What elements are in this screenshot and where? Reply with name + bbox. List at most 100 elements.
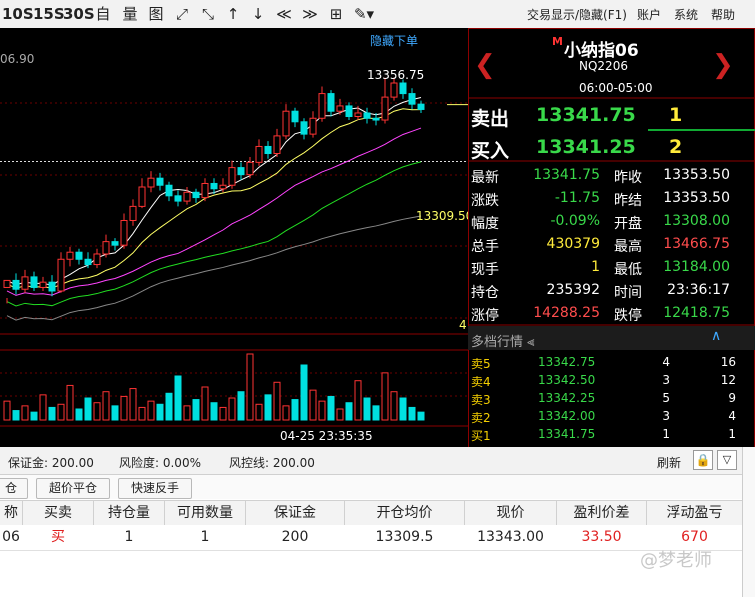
buy-price[interactable]: 13341.25 bbox=[536, 136, 636, 158]
volume-bar bbox=[345, 402, 353, 421]
arrow-down-icon[interactable]: ↓ bbox=[249, 3, 267, 25]
depth-count: 16 bbox=[720, 355, 736, 369]
buy-qty: 2 bbox=[669, 136, 683, 158]
menu-help[interactable]: 帮助 bbox=[711, 6, 735, 23]
minimize-icon[interactable]: ▽ bbox=[717, 450, 737, 470]
candle-body bbox=[228, 167, 236, 186]
grid-icon[interactable]: ⊞ bbox=[326, 3, 346, 25]
quick-reverse-button[interactable]: 快速反手 bbox=[118, 478, 192, 499]
depth-price: 13342.00 bbox=[538, 409, 596, 423]
lock-icon[interactable]: 🔒 bbox=[693, 450, 713, 470]
double-right-icon[interactable]: ≫ bbox=[300, 3, 320, 25]
depth-row[interactable]: 买1 13341.75 1 1 bbox=[468, 427, 755, 445]
candle-body bbox=[3, 279, 11, 288]
close-position-button[interactable]: 仓 bbox=[0, 478, 28, 499]
candle-body bbox=[264, 145, 272, 155]
depth-count: 12 bbox=[720, 373, 736, 387]
menu-system[interactable]: 系统 bbox=[674, 6, 698, 23]
volume-bar bbox=[30, 411, 38, 421]
volume-bar bbox=[219, 406, 227, 421]
kline-chart[interactable]: 隐藏下单 06.90 13356.75 13309.50 4 04-25 23:… bbox=[0, 28, 473, 447]
candle-body bbox=[84, 258, 92, 266]
entry-price-label: 13309.50 bbox=[416, 209, 474, 223]
period-10s-button[interactable]: 10S bbox=[2, 3, 34, 25]
kline-svg bbox=[0, 77, 468, 427]
menu-account[interactable]: 账户 bbox=[637, 6, 661, 23]
volume-bar bbox=[246, 353, 254, 421]
table-row[interactable]: 06 买 1 1 200 13309.5 13343.00 33.50 670 bbox=[0, 525, 742, 551]
candle-body bbox=[39, 281, 47, 288]
col-side: 买卖 bbox=[23, 501, 94, 525]
candle-body bbox=[120, 219, 128, 246]
contract-code: NQ2206 bbox=[579, 59, 628, 73]
account-status-bar: 保证金: 200.00 风险度: 0.00% 风控线: 200.00 刷新 🔒 … bbox=[0, 447, 742, 475]
volume-bar bbox=[363, 397, 371, 421]
prev-contract-icon[interactable]: ❮ bbox=[474, 50, 496, 80]
depth-title[interactable]: 多档行情 ⫷ bbox=[471, 331, 535, 350]
depth-label: 卖4 bbox=[471, 375, 491, 389]
margin-badge: M bbox=[552, 35, 563, 48]
risk-status: 风险度: 0.00% bbox=[119, 456, 201, 470]
period-15s-button[interactable]: 15S bbox=[33, 3, 65, 25]
volume-bar bbox=[354, 380, 362, 421]
candle-body bbox=[57, 258, 65, 292]
stat-value: 14288.25 bbox=[533, 305, 600, 321]
depth-row[interactable]: 卖4 13342.50 3 12 bbox=[468, 373, 755, 391]
menu-trade-toggle[interactable]: 交易显示/隐藏(F1) bbox=[527, 6, 627, 23]
refresh-button[interactable]: 刷新 bbox=[657, 454, 681, 471]
candle-body bbox=[138, 186, 146, 207]
depth-row[interactable]: 卖5 13342.75 4 16 bbox=[468, 355, 755, 373]
candle-body bbox=[327, 93, 335, 112]
hide-order-link[interactable]: 隐藏下单 bbox=[370, 32, 418, 49]
cell-name: 06 bbox=[2, 529, 20, 545]
volume-bar bbox=[21, 405, 29, 421]
arrow-up-icon[interactable]: ↑ bbox=[224, 3, 242, 25]
candle-body bbox=[354, 112, 362, 117]
draw-pen-icon[interactable]: ✎▾ bbox=[352, 3, 376, 25]
volume-bar bbox=[102, 391, 110, 421]
volume-bar bbox=[381, 372, 389, 421]
cell-avg-open: 13309.5 bbox=[375, 529, 434, 545]
volume-bar bbox=[75, 408, 83, 421]
depth-row[interactable]: 卖2 13342.00 3 4 bbox=[468, 409, 755, 427]
expand-icon[interactable]: ⤢ bbox=[172, 3, 192, 25]
volume-bar bbox=[48, 406, 56, 421]
stat-label: 开盘 bbox=[614, 216, 642, 232]
trading-hours: 06:00-05:00 bbox=[579, 81, 653, 95]
volume-bar bbox=[12, 410, 20, 421]
candle-body bbox=[48, 281, 56, 292]
collapse-icon[interactable]: ⤡ bbox=[198, 3, 218, 25]
cell-current: 13343.00 bbox=[477, 529, 544, 545]
candle-body bbox=[318, 93, 326, 119]
candle-body bbox=[129, 205, 137, 221]
double-left-icon[interactable]: ≪ bbox=[274, 3, 294, 25]
volume-bar bbox=[372, 405, 380, 421]
candle-body bbox=[417, 103, 425, 110]
depth-row[interactable]: 卖3 13342.25 5 9 bbox=[468, 391, 755, 409]
over-price-close-button[interactable]: 超价平仓 bbox=[36, 478, 110, 499]
next-contract-icon[interactable]: ❯ bbox=[712, 50, 734, 80]
col-name: 称 bbox=[0, 501, 23, 525]
chevron-up-icon[interactable]: ∧ bbox=[711, 328, 721, 344]
ma20-line bbox=[6, 127, 422, 296]
sell-price[interactable]: 13341.75 bbox=[536, 104, 636, 126]
top-price-label: 06.90 bbox=[0, 52, 35, 66]
candle-body bbox=[309, 117, 317, 135]
volume-bar bbox=[390, 391, 398, 421]
candle-body bbox=[66, 251, 74, 260]
candle-body bbox=[201, 182, 209, 199]
period-30s-button[interactable]: 30S bbox=[63, 3, 95, 25]
auto-button[interactable]: 自 bbox=[93, 3, 113, 25]
chart-button[interactable]: 图 bbox=[146, 3, 166, 25]
volume-bar bbox=[129, 388, 137, 421]
volume-bar bbox=[66, 384, 74, 421]
volume-bar bbox=[255, 403, 263, 421]
col-margin: 保证金 bbox=[246, 501, 345, 525]
candle-body bbox=[111, 241, 119, 246]
volume-bar bbox=[174, 375, 182, 421]
candle-body bbox=[165, 184, 173, 197]
vertical-scrollbar[interactable] bbox=[742, 447, 755, 597]
stat-label: 昨收 bbox=[614, 170, 642, 186]
volume-button[interactable]: 量 bbox=[120, 3, 140, 25]
contract-name: 小纳指06 bbox=[564, 41, 639, 61]
